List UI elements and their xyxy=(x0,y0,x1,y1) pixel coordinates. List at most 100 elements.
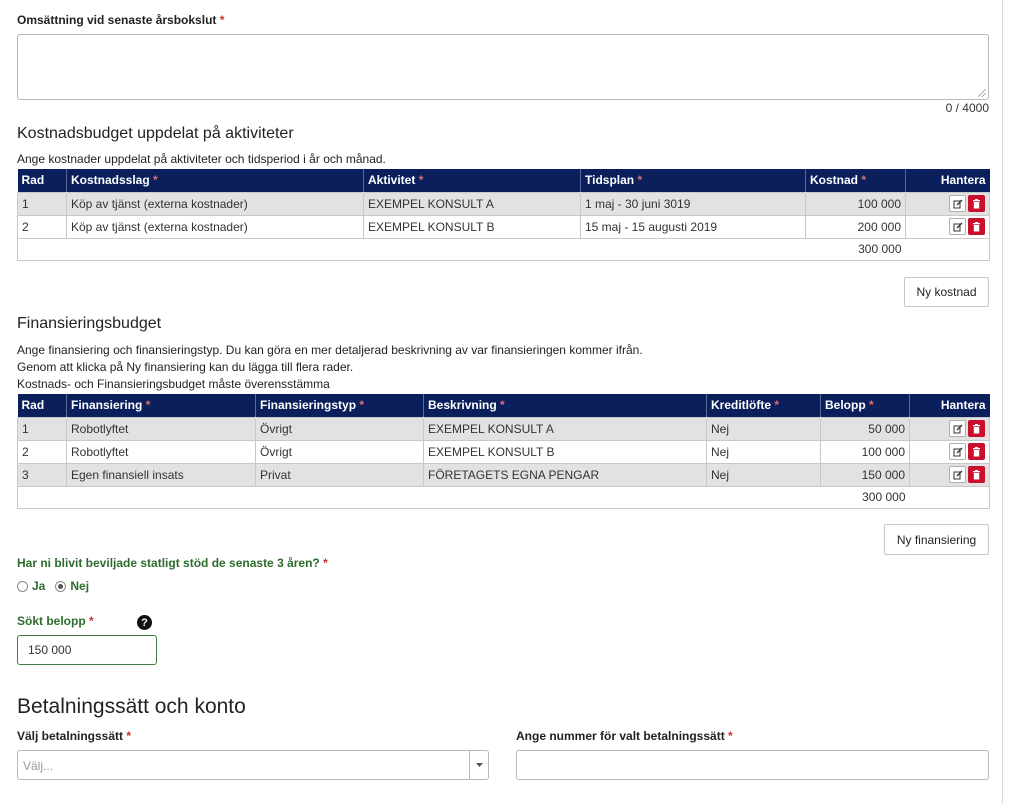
payment-method-label: Välj betalningssätt * xyxy=(17,729,131,743)
column-header: Kreditlöfte * xyxy=(706,394,821,417)
column-header: Hantera xyxy=(905,169,990,192)
required-star: * xyxy=(89,614,94,628)
cell-rad: 1 xyxy=(17,416,67,441)
payment-method-select[interactable]: Välj... xyxy=(17,750,489,780)
payment-section-title: Betalningssätt och konto xyxy=(17,695,246,718)
radio-button-selected[interactable] xyxy=(55,580,67,592)
column-header: Kostnadsslag * xyxy=(66,169,364,192)
state-aid-question: Har ni blivit beviljade statligt stöd de… xyxy=(17,556,328,570)
payment-method-label-text: Välj betalningssätt xyxy=(17,729,124,743)
table-total-row: 300 000 xyxy=(17,485,990,509)
amount-input[interactable]: 150 000 xyxy=(17,635,157,665)
state-aid-question-text: Har ni blivit beviljade statligt stöd de… xyxy=(17,556,320,570)
required-star: * xyxy=(323,556,328,570)
table-header-row: Rad Kostnadsslag * Aktivitet * Tidsplan … xyxy=(17,169,990,192)
payment-number-label-text: Ange nummer för valt betalningssätt xyxy=(516,729,725,743)
radio-option-ja[interactable]: Ja xyxy=(17,579,45,593)
trash-icon[interactable] xyxy=(968,466,985,483)
description-line: Kostnads- och Finansieringsbudget måste … xyxy=(17,377,330,391)
table-row: 2 Robotlyftet Övrigt EXEMPEL KONSULT B N… xyxy=(17,439,990,464)
financing-budget-table: Rad Finansiering * Finansieringstyp * Be… xyxy=(17,394,990,509)
cell-belopp: 100 000 xyxy=(820,439,910,464)
column-header: Tidsplan * xyxy=(580,169,806,192)
cell-actions xyxy=(905,191,990,216)
question-circle-icon[interactable]: ? xyxy=(137,615,152,630)
column-header: Kostnad * xyxy=(805,169,906,192)
cell-finansiering: Robotlyftet xyxy=(66,439,256,464)
resize-handle-icon[interactable] xyxy=(978,89,986,97)
edit-icon[interactable] xyxy=(949,420,966,437)
edit-icon[interactable] xyxy=(949,443,966,460)
cell-finansieringstyp: Övrigt xyxy=(255,416,424,441)
edit-icon[interactable] xyxy=(949,195,966,212)
cell-finansiering: Egen finansiell insats xyxy=(66,462,256,487)
column-header: Beskrivning * xyxy=(423,394,707,417)
required-star: * xyxy=(728,729,733,743)
table-row: 2 Köp av tjänst (externa kostnader) EXEM… xyxy=(17,214,990,239)
table-row: 1 Robotlyftet Övrigt EXEMPEL KONSULT A N… xyxy=(17,416,990,441)
description-line: Genom att klicka på Ny finansiering kan … xyxy=(17,360,354,374)
cell-finansieringstyp: Privat xyxy=(255,462,424,487)
edit-icon[interactable] xyxy=(949,466,966,483)
column-header: Belopp * xyxy=(820,394,910,417)
cell-finansiering: Robotlyftet xyxy=(66,416,256,441)
cost-budget-title: Kostnadsbudget uppdelat på aktiviteter xyxy=(17,125,294,142)
cell-aktivitet: EXEMPEL KONSULT A xyxy=(363,191,581,216)
column-header: Finansiering * xyxy=(66,394,256,417)
dropdown-toggle[interactable] xyxy=(469,751,488,779)
cell-kostnad: 100 000 xyxy=(805,191,906,216)
new-financing-button[interactable]: Ny finansiering xyxy=(884,524,989,555)
cost-budget-table: Rad Kostnadsslag * Aktivitet * Tidsplan … xyxy=(17,169,990,261)
financing-total: 300 000 xyxy=(17,485,910,509)
column-header: Hantera xyxy=(909,394,990,417)
cell-rad: 2 xyxy=(17,214,67,239)
required-star: * xyxy=(219,13,225,27)
cell-actions xyxy=(909,462,990,487)
payment-number-input[interactable] xyxy=(516,750,989,780)
cell-actions xyxy=(905,214,990,239)
cell-tidsplan: 15 maj - 15 augusti 2019 xyxy=(580,214,806,239)
financing-budget-title: Finansieringsbudget xyxy=(17,315,162,332)
cell-kostnad: 200 000 xyxy=(805,214,906,239)
cell-rad: 3 xyxy=(17,462,67,487)
cell-aktivitet: EXEMPEL KONSULT B xyxy=(363,214,581,239)
cell-kreditlofte: Nej xyxy=(706,439,821,464)
financing-budget-description: Ange finansiering och finansieringstyp. … xyxy=(17,342,643,393)
state-aid-radio-group: Ja Nej xyxy=(17,579,89,593)
trash-icon[interactable] xyxy=(968,195,985,212)
select-placeholder: Välj... xyxy=(23,759,54,773)
revenue-textarea[interactable] xyxy=(17,34,989,100)
radio-option-nej[interactable]: Nej xyxy=(55,579,89,593)
cell-rad: 1 xyxy=(17,191,67,216)
radio-button[interactable] xyxy=(17,580,28,592)
cost-budget-description: Ange kostnader uppdelat på aktiviteter o… xyxy=(17,152,386,166)
trash-icon[interactable] xyxy=(968,420,985,437)
cell-belopp: 50 000 xyxy=(820,416,910,441)
cell-kreditlofte: Nej xyxy=(706,416,821,441)
empty-cell xyxy=(905,237,990,261)
table-header-row: Rad Finansiering * Finansieringstyp * Be… xyxy=(17,394,990,417)
amount-input-value: 150 000 xyxy=(28,643,72,657)
new-cost-button[interactable]: Ny kostnad xyxy=(904,277,989,307)
trash-icon[interactable] xyxy=(968,443,985,460)
cell-rad: 2 xyxy=(17,439,67,464)
cell-actions xyxy=(909,416,990,441)
radio-label: Nej xyxy=(70,579,90,593)
cell-beskrivning: EXEMPEL KONSULT A xyxy=(423,416,707,441)
cell-tidsplan: 1 maj - 30 juni 3019 xyxy=(580,191,806,216)
payment-number-label: Ange nummer för valt betalningssätt * xyxy=(516,729,733,743)
cell-finansieringstyp: Övrigt xyxy=(255,439,424,464)
trash-icon[interactable] xyxy=(968,218,985,235)
cell-belopp: 150 000 xyxy=(820,462,910,487)
cell-kreditlofte: Nej xyxy=(706,462,821,487)
cell-beskrivning: EXEMPEL KONSULT B xyxy=(423,439,707,464)
character-counter: 0 / 4000 xyxy=(945,101,989,115)
cost-total: 300 000 xyxy=(17,237,906,261)
amount-label: Sökt belopp * xyxy=(17,614,94,628)
cell-kostnadsslag: Köp av tjänst (externa kostnader) xyxy=(66,214,364,239)
amount-label-text: Sökt belopp xyxy=(17,614,86,628)
page-right-border xyxy=(1002,0,1003,804)
edit-icon[interactable] xyxy=(949,218,966,235)
caret-down-icon xyxy=(475,763,483,767)
cell-beskrivning: FÖRETAGETS EGNA PENGAR xyxy=(423,462,707,487)
